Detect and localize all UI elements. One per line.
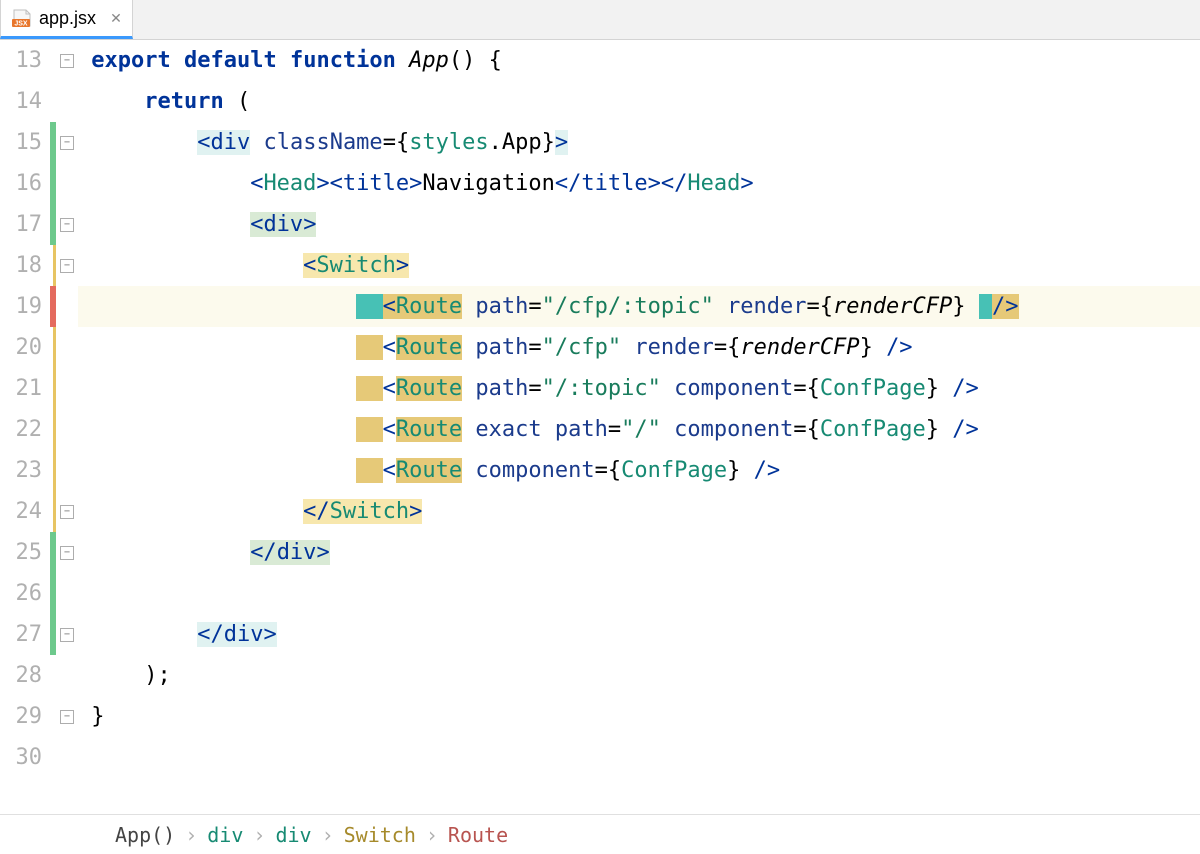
line-number: 14 [0,81,42,122]
line-number: 30 [0,737,42,778]
line-number: 24 [0,491,42,532]
line-number: 13 [0,40,42,81]
line-number: 25 [0,532,42,573]
code-line[interactable] [78,573,1200,614]
code-area[interactable]: export default function App() { return (… [78,40,1200,814]
fold-handle-icon[interactable]: − [60,505,74,519]
code-line[interactable]: return ( [78,81,1200,122]
line-number: 17 [0,204,42,245]
line-number: 20 [0,327,42,368]
tab-bar: JSX app.jsx ✕ [0,0,1200,40]
fold-handle-icon[interactable]: − [60,710,74,724]
breadcrumb-item[interactable]: Switch [344,823,416,847]
fold-handle-icon[interactable]: − [60,136,74,150]
code-line[interactable]: <Route path="/cfp/:topic" render={render… [78,286,1200,327]
line-number: 28 [0,655,42,696]
fold-handle-icon[interactable]: − [60,628,74,642]
fold-gutter: − − − − − − − − [56,40,78,814]
close-icon[interactable]: ✕ [108,10,124,26]
code-line[interactable]: <Route path="/:topic" component={ConfPag… [78,368,1200,409]
chevron-right-icon: › [426,823,438,847]
code-line[interactable]: <div> [78,204,1200,245]
code-line[interactable]: <Route component={ConfPage} /> [78,450,1200,491]
editor-area[interactable]: 131415161718192021222324252627282930 −−−… [0,40,1200,814]
line-number: 18 [0,245,42,286]
jsx-file-icon: JSX [11,9,33,27]
code-line[interactable]: } [78,696,1200,737]
line-number-gutter: 131415161718192021222324252627282930 [0,40,50,814]
chevron-right-icon: › [185,823,197,847]
code-line[interactable]: </Switch> [78,491,1200,532]
editor-tab-app-jsx[interactable]: JSX app.jsx ✕ [0,0,133,39]
fold-handle-icon[interactable]: − [60,259,74,273]
fold-handle-icon[interactable]: − [60,546,74,560]
tab-filename: app.jsx [39,8,96,29]
line-number: 19 [0,286,42,327]
svg-text:JSX: JSX [14,21,28,28]
line-number: 22 [0,409,42,450]
breadcrumb-item[interactable]: App() [115,823,175,847]
code-line[interactable]: </div> [78,614,1200,655]
code-line[interactable]: <Route exact path="/" component={ConfPag… [78,409,1200,450]
code-line[interactable]: <Head><title>Navigation</title></Head> [78,163,1200,204]
code-line[interactable]: ); [78,655,1200,696]
code-line[interactable]: </div> [78,532,1200,573]
line-number: 27 [0,614,42,655]
breadcrumb-item[interactable]: div [275,823,311,847]
line-number: 16 [0,163,42,204]
line-number: 21 [0,368,42,409]
line-number: 29 [0,696,42,737]
line-number: 26 [0,573,42,614]
line-number: 23 [0,450,42,491]
line-number: 15 [0,122,42,163]
breadcrumb-item[interactable]: div [207,823,243,847]
code-line[interactable]: export default function App() { [78,40,1200,81]
code-line[interactable]: <Route path="/cfp" render={renderCFP} /> [78,327,1200,368]
breadcrumb-item[interactable]: Route [448,823,508,847]
breadcrumb: App() › div › div › Switch › Route [0,814,1200,854]
fold-handle-icon[interactable]: − [60,54,74,68]
fold-handle-icon[interactable]: − [60,218,74,232]
chevron-right-icon: › [253,823,265,847]
code-line[interactable] [78,737,1200,778]
chevron-right-icon: › [322,823,334,847]
code-line[interactable]: <Switch> [78,245,1200,286]
code-line[interactable]: <div className={styles.App}> [78,122,1200,163]
editor: 131415161718192021222324252627282930 −−−… [0,40,1200,854]
